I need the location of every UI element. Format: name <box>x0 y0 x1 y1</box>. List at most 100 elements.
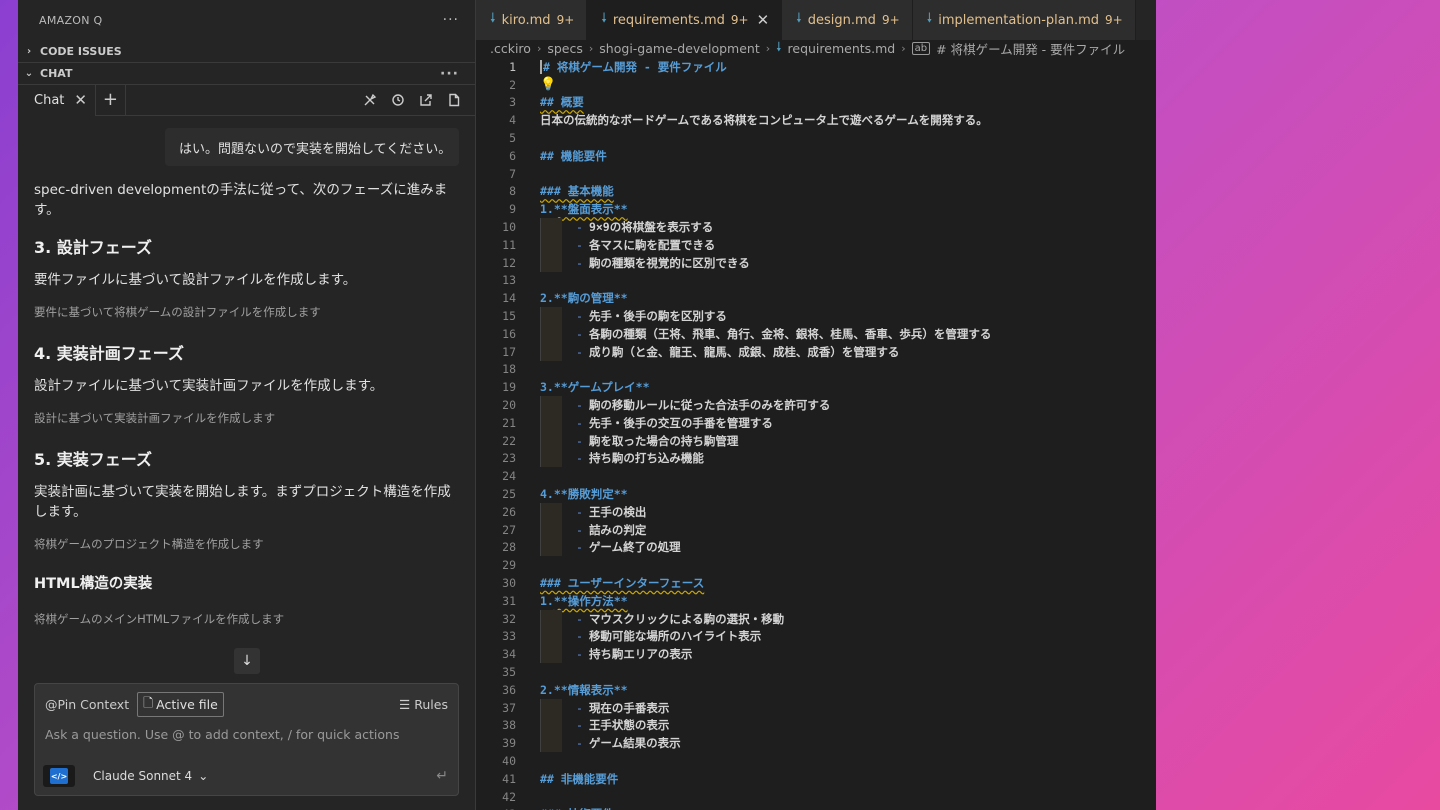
code-line[interactable]: 6 ## 機能要件 <box>476 147 1156 165</box>
code-line[interactable]: 35 <box>476 663 1156 681</box>
code-line[interactable]: 20 - 駒の移動ルールに従った合法手のみを許可する <box>476 396 1156 414</box>
tab-design[interactable]: 🠗 design.md 9+ <box>782 0 913 40</box>
indent-guide <box>540 698 562 717</box>
code-line[interactable]: 12 - 駒の種類を視覚的に区別できる <box>476 253 1156 272</box>
code-line[interactable]: 8 ### 基本機能 <box>476 183 1156 201</box>
breadcrumb-item[interactable]: requirements.md <box>788 41 896 56</box>
code-line[interactable]: 18 <box>476 361 1156 379</box>
code-line[interactable]: 9 1. **盤面表示** <box>476 200 1156 218</box>
send-icon[interactable]: ↵ <box>436 768 448 784</box>
tab-chat[interactable]: Chat ✕ <box>18 84 96 116</box>
indent-guide <box>540 396 562 414</box>
code-line[interactable]: 40 <box>476 752 1156 770</box>
code-line[interactable]: 38 - 王手状態の表示 <box>476 716 1156 735</box>
tab-kiro[interactable]: 🠗 kiro.md 9+ <box>476 0 588 40</box>
code-line[interactable]: 28 - ゲーム終了の処理 <box>476 538 1156 557</box>
line-content: - 王手状態の表示 <box>540 716 669 735</box>
line-content: ### 技術要件 <box>540 806 614 810</box>
code-line[interactable]: 14 2. **駒の管理** <box>476 289 1156 307</box>
scroll-down-button[interactable]: ↓ <box>234 648 260 674</box>
assistant-heading: 5. 実装フェーズ <box>34 450 152 469</box>
list-item-text: 9×9の将棋盤を表示する <box>588 220 714 235</box>
code-line[interactable]: 15 - 先手・後手の駒を区別する <box>476 307 1156 325</box>
code-line[interactable]: 17 - 成り駒（と金、龍王、龍馬、成銀、成桂、成香）を管理する <box>476 342 1156 361</box>
list-bullet: - <box>576 255 583 270</box>
chat-input-placeholder[interactable]: Ask a question. Use @ to add context, / … <box>45 727 448 742</box>
code-line[interactable]: 31 1. **操作方法** <box>476 592 1156 610</box>
file-icon[interactable] <box>447 93 461 107</box>
tab-label: requirements.md <box>612 12 725 28</box>
code-line[interactable]: 11 - 各マスに駒を配置できる <box>476 235 1156 254</box>
list-item-text: 先手・後手の駒を区別する <box>588 309 727 324</box>
breadcrumb-item[interactable]: .cckiro <box>490 41 531 56</box>
list-bullet: - <box>576 237 583 252</box>
code-line[interactable]: 7 <box>476 165 1156 183</box>
code-line[interactable]: 34 - 持ち駒エリアの表示 <box>476 645 1156 664</box>
code-line[interactable]: 29 <box>476 556 1156 574</box>
code-line[interactable]: 22 - 駒を取った場合の持ち駒管理 <box>476 431 1156 450</box>
lightbulb-icon[interactable]: 💡 <box>540 77 556 92</box>
markdown-icon: 🠗 <box>601 11 607 26</box>
code-line[interactable]: 36 2. **情報表示** <box>476 681 1156 699</box>
tools-icon[interactable] <box>363 93 377 107</box>
code-line[interactable]: 39 - ゲーム結果の表示 <box>476 734 1156 753</box>
list-number: 1. <box>540 593 554 608</box>
line-content: - 移動可能な場所のハイライト表示 <box>540 627 761 646</box>
code-line[interactable]: 37 - 現在の手番表示 <box>476 698 1156 717</box>
code-line[interactable]: 25 4. **勝敗判定** <box>476 485 1156 503</box>
panel-title: AMAZON Q <box>39 13 103 27</box>
open-external-icon[interactable] <box>419 93 433 107</box>
code-line[interactable]: 16 - 各駒の種類（王将、飛車、角行、金将、銀将、桂馬、香車、歩兵）を管理する <box>476 324 1156 343</box>
line-number: 40 <box>502 753 516 768</box>
code-editor[interactable]: 1 # 将棋ゲーム開発 - 要件ファイル 2 💡 3 ## 概要 4 日本の伝統的なボードゲー… <box>476 58 1156 810</box>
code-line[interactable]: 2 💡 <box>476 76 1156 94</box>
code-line[interactable]: 24 <box>476 467 1156 485</box>
code-line[interactable]: 10 -9×9の将棋盤を表示する <box>476 218 1156 236</box>
close-icon[interactable]: ✕ <box>757 11 770 29</box>
code-line[interactable]: 21 - 先手・後手の交互の手番を管理する <box>476 413 1156 432</box>
tab-requirements[interactable]: 🠗 requirements.md 9+ ✕ <box>587 0 783 40</box>
line-number: 26 <box>502 504 516 519</box>
code-line[interactable]: 30 ### ユーザーインターフェース <box>476 574 1156 592</box>
breadcrumb-item[interactable]: # 将棋ゲーム開発 - 要件ファイル <box>936 39 1125 58</box>
close-icon[interactable]: ✕ <box>74 91 87 109</box>
code-line[interactable]: 27 - 詰みの判定 <box>476 520 1156 539</box>
active-file-pill[interactable]: 🗋 Active file <box>137 692 224 717</box>
list-item-text: 現在の手番表示 <box>588 700 670 715</box>
code-line[interactable]: 42 <box>476 788 1156 806</box>
model-selector[interactable]: Claude Sonnet 4 ⌄ <box>93 769 208 783</box>
code-line[interactable]: 19 3. **ゲームプレイ** <box>476 378 1156 396</box>
tab-implementation-plan[interactable]: 🠗 implementation-plan.md 9+ <box>912 0 1136 40</box>
line-content: - 成り駒（と金、龍王、龍馬、成銀、成桂、成香）を管理する <box>540 342 899 361</box>
code-issues-section[interactable]: › CODE ISSUES <box>18 40 475 62</box>
line-number: 17 <box>502 344 516 359</box>
breadcrumb-item[interactable]: specs <box>547 41 583 56</box>
code-line[interactable]: 32 - マウスクリックによる駒の選択・移動 <box>476 609 1156 628</box>
new-tab-button[interactable]: + <box>96 84 126 116</box>
code-line[interactable]: 43### 技術要件 <box>476 805 1156 810</box>
chat-input-box[interactable]: @Pin Context 🗋 Active file ☰ Rules Ask a q… <box>34 683 459 796</box>
line-content: ### 基本機能 <box>540 183 614 199</box>
code-line[interactable]: 26 - 王手の検出 <box>476 502 1156 521</box>
pin-context-button[interactable]: @Pin Context <box>45 697 129 712</box>
line-number: 4 <box>509 113 516 128</box>
indent-guide <box>540 253 562 272</box>
rules-button[interactable]: ☰ Rules <box>399 697 448 712</box>
problems-badge: 9+ <box>730 13 749 27</box>
chat-more-icon[interactable]: ··· <box>440 66 459 82</box>
code-line[interactable]: 33 - 移動可能な場所のハイライト表示 <box>476 627 1156 646</box>
code-line[interactable]: 3 ## 概要 <box>476 94 1156 112</box>
line-content: ## 非機能要件 <box>540 771 618 787</box>
code-line[interactable]: 1 # 将棋ゲーム開発 - 要件ファイル <box>476 58 1156 76</box>
line-content: ## 機能要件 <box>540 148 607 164</box>
breadcrumb-item[interactable]: shogi-game-development <box>599 41 759 56</box>
code-line[interactable]: 5 <box>476 129 1156 147</box>
chat-section-header[interactable]: ⌄ CHAT ··· <box>18 62 475 84</box>
code-line[interactable]: 41 ## 非機能要件 <box>476 770 1156 788</box>
code-line[interactable]: 13 <box>476 272 1156 290</box>
indent-guide <box>540 449 562 468</box>
more-actions-icon[interactable]: ··· <box>443 12 459 28</box>
history-icon[interactable] <box>391 93 405 107</box>
code-line[interactable]: 4 日本の伝統的なボードゲームである将棋をコンピュータ上で遊べるゲームを開発する。 <box>476 111 1156 129</box>
code-line[interactable]: 23 - 持ち駒の打ち込み機能 <box>476 449 1156 468</box>
